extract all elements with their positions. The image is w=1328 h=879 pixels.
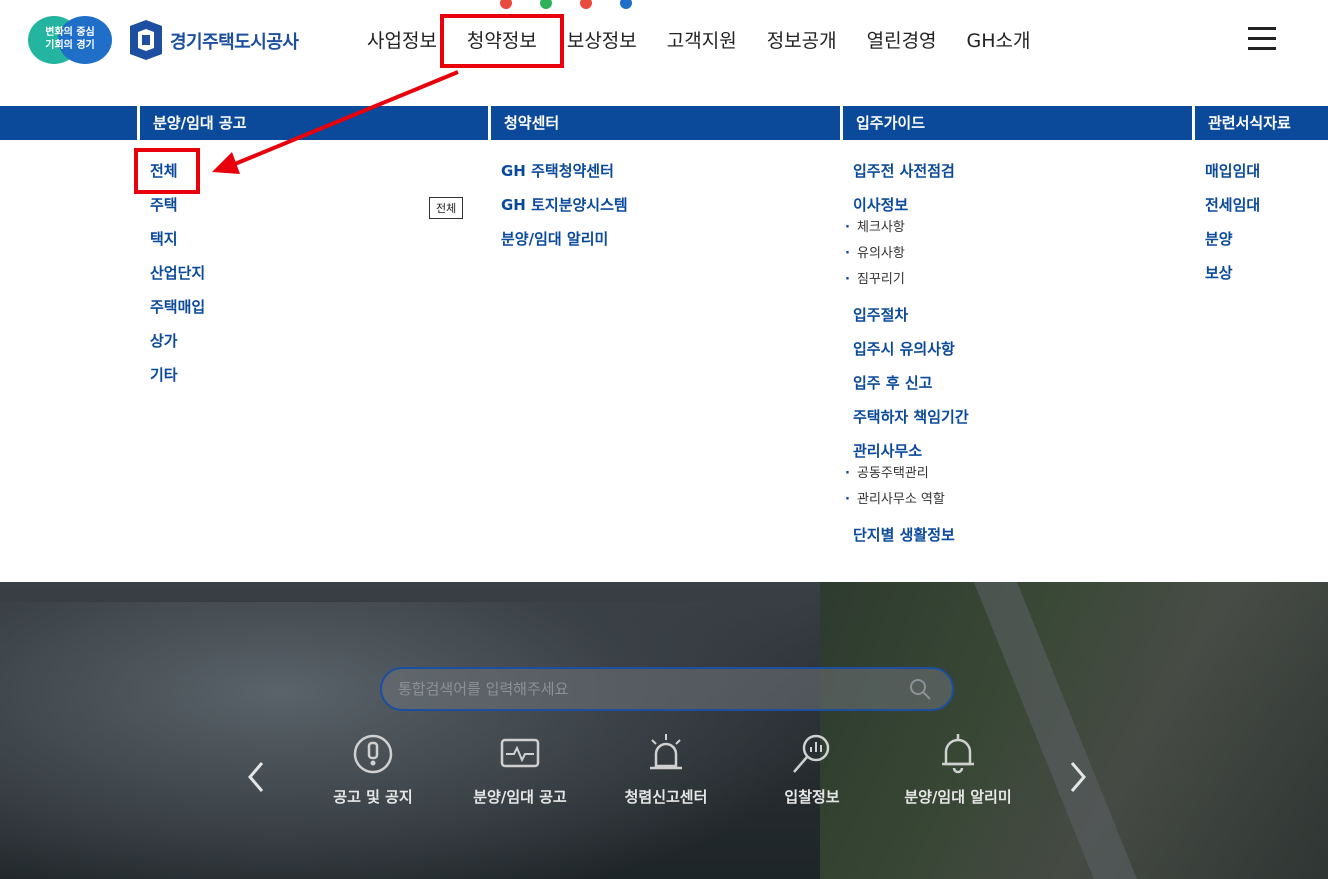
monitor-pulse-icon [500, 738, 540, 768]
menu-item-defect-warranty[interactable]: 주택하자 책임기간 [853, 406, 1192, 440]
search-chart-icon [793, 734, 830, 773]
quick-link-label: 분양/임대 공고 [473, 788, 567, 806]
submenu-item-packing[interactable]: 짐꾸리기 [845, 272, 1192, 304]
hero-section: 공고 및 공지 분양/임대 공고 청렴신고센터 입찰정보 [0, 582, 1328, 879]
nav-item-subscription-info[interactable]: 청약정보 [439, 14, 564, 68]
col-title-move-in-guide[interactable]: 입주가이드 [840, 106, 1192, 140]
slogan-badge-logo[interactable]: 변화의 중심기회의 경기 [28, 16, 112, 64]
search-icon[interactable] [908, 677, 932, 701]
menu-item-housing-purchase[interactable]: 주택매입 [150, 296, 489, 330]
nav-item-about-gh[interactable]: GH소개 [952, 26, 1046, 56]
quick-link-label: 청렴신고센터 [624, 788, 708, 806]
quick-link-notices[interactable]: 공고 및 공지 [313, 732, 433, 807]
menu-item-gh-housing-center[interactable]: GH 주택청약센터 [501, 160, 840, 194]
menu-item-moving-info[interactable]: 이사정보 [853, 194, 1192, 220]
quick-link-label: 입찰정보 [784, 788, 840, 806]
menu-item-all[interactable]: 전체 [150, 160, 489, 194]
site-header: 변화의 중심기회의 경기 경기주택도시공사 사업정보 청약정보 보상정보 고객지… [0, 0, 1328, 106]
col-title-subscription-center[interactable]: 청약센터 [488, 106, 840, 140]
gh-logo-icon[interactable] [126, 18, 166, 62]
quick-link-label: 공고 및 공지 [333, 788, 413, 806]
main-nav: 사업정보 청약정보 보상정보 고객지원 정보공개 열린경영 GH소개 [352, 14, 1046, 68]
mega-col-move-in-guide: 입주가이드 입주전 사전점검 이사정보 체크사항 유의사항 짐꾸리기 입주절차 … [840, 106, 1192, 558]
menu-item-sale[interactable]: 분양 [1205, 228, 1328, 262]
nav-item-info-disclosure[interactable]: 정보공개 [752, 26, 852, 56]
submenu-item-precautions[interactable]: 유의사항 [845, 246, 1192, 272]
menu-item-post-move-report[interactable]: 입주 후 신고 [853, 372, 1192, 406]
search-bar [380, 667, 954, 711]
quick-link-label: 분양/임대 알리미 [904, 788, 1012, 806]
menu-item-compensation[interactable]: 보상 [1205, 262, 1328, 296]
hover-tooltip: 전체 [429, 197, 464, 219]
quick-link-alert[interactable]: 분양/임대 알리미 [898, 732, 1018, 807]
exclamation-icon [353, 734, 393, 774]
menu-item-other[interactable]: 기타 [150, 364, 489, 398]
menu-item-move-in-precautions[interactable]: 입주시 유의사항 [853, 338, 1192, 372]
submenu-item-checklist[interactable]: 체크사항 [845, 220, 1192, 246]
menu-item-management-office[interactable]: 관리사무소 [853, 440, 1192, 466]
bell-icon [942, 734, 974, 774]
menu-item-jeonse-rental[interactable]: 전세임대 [1205, 194, 1328, 228]
mega-col-forms: 관련서식자료 매입임대 전세임대 분양 보상 [1192, 106, 1328, 296]
quick-link-bidding[interactable]: 입찰정보 [752, 732, 872, 807]
menu-item-gh-land-system[interactable]: GH 토지분양시스템 [501, 194, 840, 228]
badge-line1: 변화의 중심 [45, 27, 95, 38]
mega-menu: 분양/임대 공고 전체 주택 택지 산업단지 주택매입 상가 기타 청약센터 G… [0, 106, 1328, 582]
chevron-left-icon[interactable] [244, 757, 268, 797]
menu-item-complex-life-info[interactable]: 단지별 생활정보 [853, 524, 1192, 558]
menu-item-alert-service[interactable]: 분양/임대 알리미 [501, 228, 840, 262]
badge-line2: 기회의 경기 [45, 40, 95, 51]
menu-item-purchase-rental[interactable]: 매입임대 [1205, 160, 1328, 194]
decorative-dots [500, 0, 660, 13]
mega-col-subscription-center: 청약센터 GH 주택청약센터 GH 토지분양시스템 분양/임대 알리미 [488, 106, 840, 262]
chevron-right-icon[interactable] [1066, 757, 1090, 797]
quick-link-announcements[interactable]: 분양/임대 공고 [460, 732, 580, 807]
submenu-item-office-role[interactable]: 관리사무소 역할 [845, 492, 1192, 524]
menu-item-pre-inspection[interactable]: 입주전 사전점검 [853, 160, 1192, 194]
col-title-announcements[interactable]: 분양/임대 공고 [137, 106, 489, 140]
mega-col-announcements: 분양/임대 공고 전체 주택 택지 산업단지 주택매입 상가 기타 [137, 106, 489, 398]
menu-item-move-in-procedure[interactable]: 입주절차 [853, 304, 1192, 338]
quick-link-integrity-report[interactable]: 청렴신고센터 [606, 732, 726, 807]
nav-item-open-management[interactable]: 열린경영 [852, 26, 952, 56]
hamburger-menu-icon[interactable] [1248, 27, 1276, 51]
org-name[interactable]: 경기주택도시공사 [170, 28, 299, 54]
nav-item-compensation-info[interactable]: 보상정보 [552, 26, 652, 56]
menu-item-commercial[interactable]: 상가 [150, 330, 489, 364]
siren-icon [650, 734, 682, 770]
nav-item-business-info[interactable]: 사업정보 [352, 26, 452, 56]
submenu-item-apartment-management[interactable]: 공동주택관리 [845, 466, 1192, 492]
search-input[interactable] [398, 669, 898, 709]
nav-item-customer-support[interactable]: 고객지원 [652, 26, 752, 56]
menu-item-industrial-complex[interactable]: 산업단지 [150, 262, 489, 296]
col-title-forms[interactable]: 관련서식자료 [1192, 106, 1328, 140]
menu-item-land[interactable]: 택지 [150, 228, 489, 262]
